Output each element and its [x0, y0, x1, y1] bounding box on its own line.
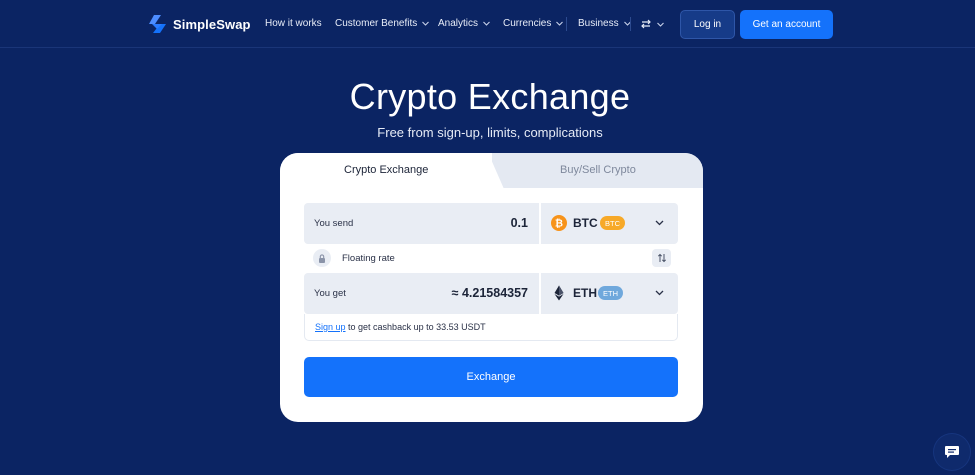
login-button[interactable]: Log in [680, 10, 735, 39]
chevron-down-icon [422, 21, 430, 26]
exchange-button[interactable]: Exchange [304, 357, 678, 397]
nav-item-label: Customer Benefits [335, 18, 418, 29]
tab-slant [480, 153, 504, 189]
nav-divider [566, 17, 567, 31]
reverse-pair-button[interactable] [652, 249, 671, 267]
field-divider [539, 203, 541, 244]
tab-crypto-exchange-label[interactable]: Crypto Exchange [344, 164, 428, 176]
tab-buy-sell-crypto[interactable]: Buy/Sell Crypto [560, 164, 636, 176]
receive-label: You get [314, 288, 346, 299]
brand-logo[interactable]: SimpleSwap [148, 14, 251, 34]
reverse-icon [657, 253, 666, 263]
brand-name: SimpleSwap [173, 16, 251, 32]
sign-up-link[interactable]: Sign up [315, 322, 346, 332]
send-amount-input[interactable]: 0.1 [511, 216, 528, 230]
send-currency-ticker[interactable]: BTC [573, 216, 598, 230]
cashback-notice: Sign up to get cashback up to 33.53 USDT [304, 314, 678, 341]
nav-item-label: Currencies [503, 18, 552, 29]
page-title: Crypto Exchange [349, 76, 631, 117]
ethereum-icon [554, 285, 564, 301]
chat-icon [945, 446, 959, 458]
chat-button[interactable] [934, 434, 970, 470]
chevron-down-icon[interactable] [655, 220, 664, 226]
send-network-badge: BTC [600, 216, 625, 230]
get-account-button[interactable]: Get an account [740, 10, 833, 39]
field-divider [539, 273, 541, 314]
rate-lock-toggle[interactable] [313, 249, 331, 267]
bitcoin-icon: ₿ [551, 215, 567, 231]
logo-icon [149, 15, 166, 33]
exchange-widget: Crypto Exchange Buy/Sell Crypto You send… [280, 153, 703, 422]
nav-item-label: How it works [265, 18, 322, 29]
chevron-down-icon[interactable] [655, 290, 664, 296]
send-label: You send [314, 218, 354, 229]
svg-text:₿: ₿ [555, 218, 563, 230]
chevron-down-icon [483, 21, 490, 26]
nav-swap-menu[interactable] [640, 18, 664, 30]
nav-how-it-works[interactable]: How it works [265, 18, 322, 29]
cashback-text: Sign up to get cashback up to 33.53 USDT [315, 322, 486, 332]
receive-amount: ≈ 4.21584357 [451, 286, 528, 300]
top-navigation: SimpleSwap How it works Customer Benefit… [0, 0, 975, 48]
rate-type-label: Floating rate [342, 253, 395, 264]
receive-network-badge: ETH [598, 286, 623, 300]
nav-item-label: Business [578, 18, 619, 29]
chevron-down-icon [657, 22, 664, 27]
cashback-message: to get cashback up to 33.53 USDT [345, 322, 486, 332]
lock-icon [319, 253, 325, 263]
nav-divider [630, 17, 631, 31]
nav-business[interactable]: Business [578, 18, 631, 29]
nav-item-label: Analytics [438, 18, 479, 29]
receive-currency-ticker[interactable]: ETH [573, 286, 597, 300]
chevron-down-icon [556, 21, 564, 26]
send-field: You send 0.1 ₿ BTC BTC [304, 203, 678, 244]
nav-analytics[interactable]: Analytics [438, 18, 490, 29]
page-subtitle: Free from sign-up, limits, complications [377, 125, 603, 140]
swap-arrows-icon [641, 19, 651, 29]
nav-currencies[interactable]: Currencies [503, 18, 564, 29]
receive-field: You get ≈ 4.21584357 ETH ETH [304, 273, 678, 314]
nav-customer-benefits[interactable]: Customer Benefits [335, 18, 430, 29]
